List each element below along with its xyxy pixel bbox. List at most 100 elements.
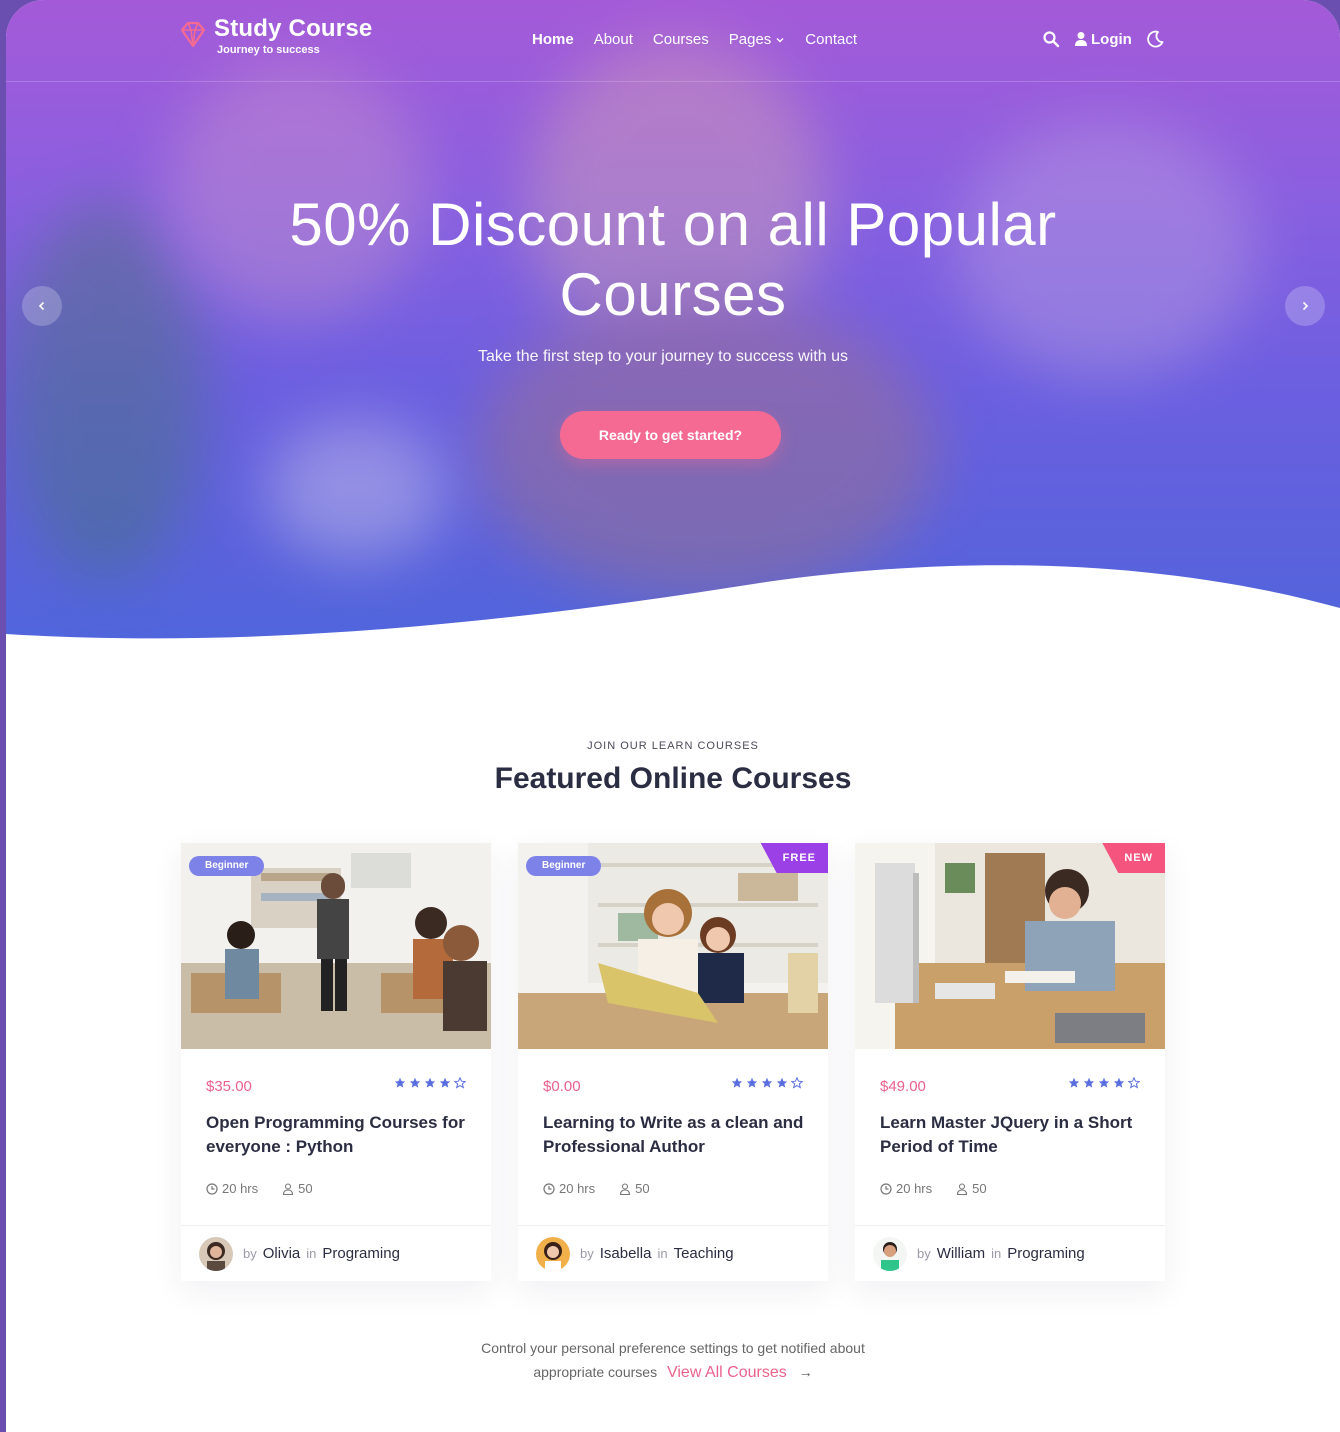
star-filled-icon bbox=[424, 1077, 436, 1088]
star-filled-icon bbox=[1113, 1077, 1125, 1088]
avatar bbox=[536, 1236, 570, 1271]
course-hours: 20 hrs bbox=[896, 1181, 933, 1196]
level-badge: Beginner bbox=[526, 856, 602, 876]
search-icon[interactable] bbox=[1042, 30, 1060, 48]
section-eyebrow: JOIN OUR LEARN COURSES bbox=[587, 740, 759, 752]
user-outline-icon bbox=[620, 1182, 631, 1195]
course-image: NEW bbox=[855, 843, 1165, 1049]
hero-title-line1: 50% Discount on all Popular bbox=[289, 191, 1057, 258]
author-avatar-olivia bbox=[199, 1236, 233, 1271]
main-menu: Home About Courses Pages Contact bbox=[532, 31, 857, 48]
course-image: Beginner bbox=[181, 843, 491, 1049]
nav-actions: Login bbox=[1042, 30, 1164, 48]
author-avatar-isabella bbox=[536, 1236, 570, 1271]
course-title[interactable]: Open Programming Courses for everyone : … bbox=[206, 1111, 471, 1159]
slider-prev-button[interactable] bbox=[22, 286, 62, 326]
course-students: 50 bbox=[619, 1181, 650, 1196]
course-student-count: 50 bbox=[298, 1181, 313, 1196]
brand-logo[interactable]: Study Course Journey to success bbox=[178, 16, 372, 56]
hero-title: 50% Discount on all Popular Courses bbox=[6, 190, 1340, 330]
course-student-count: 50 bbox=[635, 1181, 650, 1196]
course-category[interactable]: Programing bbox=[1007, 1245, 1085, 1262]
hero-wave bbox=[6, 565, 1340, 650]
star-outline-icon bbox=[1128, 1077, 1140, 1089]
in-label: in bbox=[306, 1246, 317, 1261]
level-badge: Beginner bbox=[189, 856, 265, 876]
rating-stars bbox=[1068, 1077, 1140, 1089]
brand-tagline: Journey to success bbox=[217, 44, 320, 56]
course-card[interactable]: Beginner $35.00 Open Programming Courses… bbox=[181, 843, 491, 1281]
nav-about[interactable]: About bbox=[594, 31, 633, 48]
course-hours: 20 hrs bbox=[222, 1181, 259, 1196]
brand-title: Study Course bbox=[214, 15, 373, 42]
author-name[interactable]: William bbox=[937, 1245, 985, 1262]
page: Study Course Journey to success Home Abo… bbox=[6, 0, 1340, 1432]
star-filled-icon bbox=[1098, 1077, 1110, 1088]
by-label: by bbox=[243, 1246, 257, 1261]
star-filled-icon bbox=[1068, 1077, 1080, 1088]
author-avatar-william bbox=[873, 1236, 907, 1271]
course-students: 50 bbox=[282, 1181, 313, 1196]
course-hours: 20 hrs bbox=[559, 1181, 596, 1196]
user-outline-icon bbox=[957, 1182, 968, 1195]
nav-pages-label: Pages bbox=[728, 31, 772, 48]
rating-stars bbox=[394, 1077, 466, 1089]
section-title: Featured Online Courses bbox=[494, 762, 852, 795]
star-outline-icon bbox=[454, 1077, 466, 1089]
course-card[interactable]: NEW $49.00 Learn Master JQuery in a Shor… bbox=[855, 843, 1165, 1281]
by-label: by bbox=[917, 1246, 931, 1261]
star-filled-icon bbox=[776, 1077, 788, 1088]
note-line2: appropriate courses bbox=[533, 1364, 658, 1380]
clock-icon bbox=[543, 1182, 555, 1195]
course-category[interactable]: Programing bbox=[322, 1245, 400, 1262]
course-card[interactable]: Beginner FREE $0.00 Learning to Write as… bbox=[518, 843, 828, 1281]
user-icon bbox=[1075, 32, 1087, 46]
star-filled-icon bbox=[746, 1077, 758, 1088]
course-category[interactable]: Teaching bbox=[674, 1245, 734, 1262]
get-started-button[interactable]: Ready to get started? bbox=[560, 411, 781, 459]
nav-pages[interactable]: Pages bbox=[729, 31, 786, 48]
note-line1: Control your personal preference setting… bbox=[481, 1340, 865, 1356]
course-author: by Isabella in Teaching bbox=[518, 1225, 828, 1281]
in-label: in bbox=[991, 1246, 1002, 1261]
course-students: 50 bbox=[956, 1181, 987, 1196]
author-name[interactable]: Isabella bbox=[600, 1245, 652, 1262]
course-image: Beginner FREE bbox=[518, 843, 828, 1049]
star-filled-icon bbox=[731, 1077, 743, 1088]
star-outline-icon bbox=[791, 1077, 803, 1089]
course-duration: 20 hrs bbox=[543, 1181, 595, 1196]
chevron-down-icon bbox=[776, 37, 784, 42]
course-author: by Olivia in Programing bbox=[181, 1225, 491, 1281]
course-meta: 20 hrs 50 bbox=[543, 1181, 650, 1196]
by-label: by bbox=[580, 1246, 594, 1261]
view-all-courses-link[interactable]: View All Courses bbox=[667, 1364, 787, 1381]
chevron-right-icon bbox=[1302, 301, 1309, 311]
in-label: in bbox=[657, 1246, 668, 1261]
course-price: $0.00 bbox=[543, 1078, 581, 1095]
course-duration: 20 hrs bbox=[206, 1181, 258, 1196]
chevron-left-icon bbox=[38, 301, 45, 311]
login-button[interactable]: Login bbox=[1074, 31, 1132, 48]
nav-home[interactable]: Home bbox=[532, 31, 574, 48]
course-student-count: 50 bbox=[972, 1181, 987, 1196]
star-filled-icon bbox=[439, 1077, 451, 1088]
course-title[interactable]: Learn Master JQuery in a Short Period of… bbox=[880, 1111, 1145, 1159]
clock-icon bbox=[880, 1182, 892, 1195]
star-filled-icon bbox=[394, 1077, 406, 1088]
user-outline-icon bbox=[283, 1182, 294, 1195]
nav-courses[interactable]: Courses bbox=[653, 31, 709, 48]
avatar bbox=[873, 1236, 907, 1271]
hero-subtitle: Take the first step to your journey to s… bbox=[478, 348, 848, 365]
course-price: $49.00 bbox=[880, 1078, 926, 1095]
course-title[interactable]: Learning to Write as a clean and Profess… bbox=[543, 1111, 808, 1159]
arrow-right-icon[interactable]: → bbox=[799, 1364, 813, 1380]
dark-mode-moon-icon[interactable] bbox=[1146, 30, 1164, 48]
view-all-note: Control your personal preference setting… bbox=[6, 1336, 1340, 1385]
course-price: $35.00 bbox=[206, 1078, 252, 1095]
login-label: Login bbox=[1091, 30, 1132, 48]
slider-next-button[interactable] bbox=[1285, 286, 1325, 326]
author-name[interactable]: Olivia bbox=[263, 1245, 301, 1262]
nav-contact[interactable]: Contact bbox=[805, 31, 857, 48]
avatar bbox=[199, 1236, 233, 1271]
clock-icon bbox=[206, 1182, 218, 1195]
